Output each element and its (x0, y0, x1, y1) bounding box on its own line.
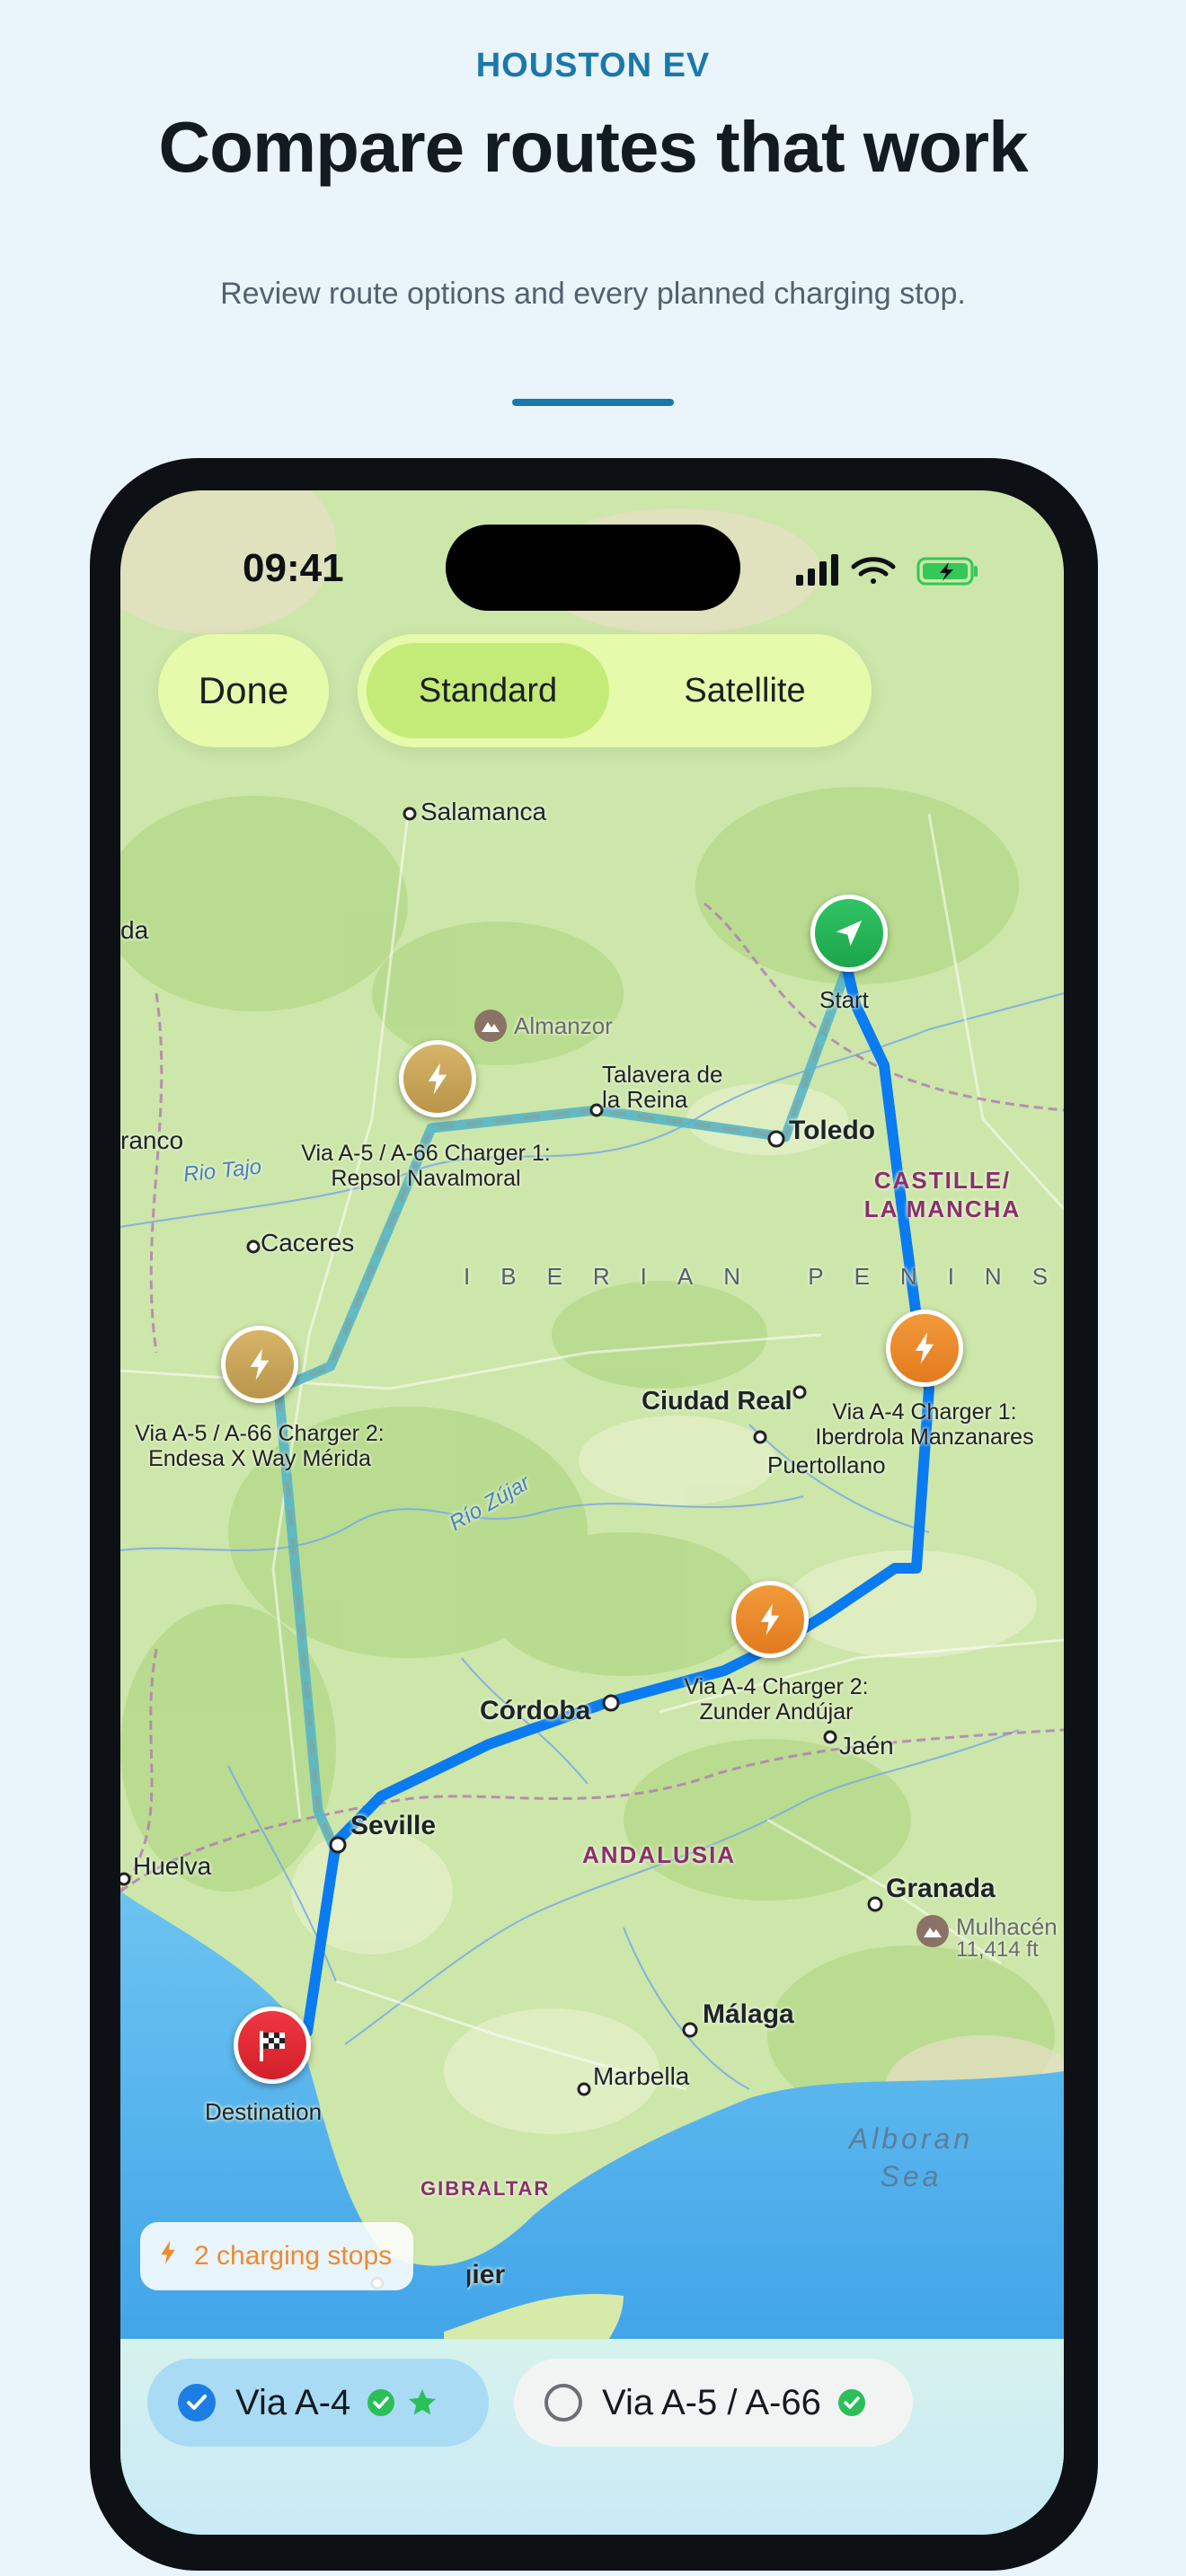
charger-label-a4-2: Via A-4 Charger 2: Zunder Andújar (684, 1674, 869, 1725)
route-option-a4[interactable]: Via A-4 (147, 2359, 489, 2447)
eyebrow-label: HOUSTON EV (475, 47, 711, 84)
star-icon (406, 2386, 438, 2419)
wifi-icon (851, 557, 896, 584)
map-peak-mulhacen[interactable]: Mulhacén 11,414 ft (916, 1915, 1058, 1962)
map-city-granada[interactable]: Granada (886, 1874, 996, 1904)
route-label: Via A-4 (235, 2382, 351, 2422)
map-type-segmented-control: Standard Satellite (358, 634, 872, 747)
status-time: 09:41 (243, 546, 344, 590)
route-selector-bar: Via A-4 Via A-5 / A-66 (120, 2339, 1064, 2535)
check-circle-icon (367, 2388, 395, 2417)
start-label: Start (819, 986, 869, 1013)
check-circle-icon (837, 2388, 866, 2417)
dynamic-island (446, 525, 740, 611)
radio-selected-icon (178, 2384, 216, 2422)
map-city-malaga[interactable]: Málaga (703, 1999, 794, 2030)
map-region-andalusia: ANDALUSIA (582, 1841, 737, 1868)
charging-stops-text: 2 charging stops (194, 2241, 393, 2271)
done-button[interactable]: Done (158, 634, 329, 747)
destination-label: Destination (205, 2098, 323, 2125)
mountain-icon (474, 1010, 507, 1042)
map-region-peninsula: IBERIAN PENINS (464, 1263, 1064, 1290)
map-city-ciudad-real[interactable]: Ciudad Real (642, 1387, 792, 1416)
map-city-cordoba[interactable]: Córdoba (480, 1696, 590, 1726)
phone-screen: Salamanca da ranco Rio Tajo Caceres Tala… (120, 490, 1064, 2535)
checkered-flag-icon (234, 2007, 311, 2084)
radio-unselected-icon (544, 2384, 582, 2422)
charger-label-a5-1: Via A-5 / A-66 Charger 1: Repsol Navalmo… (301, 1141, 551, 1191)
page-subtitle: Review route options and every planned c… (220, 277, 966, 311)
status-icons (796, 551, 985, 587)
lightning-icon (886, 1310, 963, 1387)
map-city-left-edge-2: ranco (120, 1126, 184, 1154)
map-city-toledo[interactable]: Toledo (789, 1116, 875, 1146)
map-type-satellite[interactable]: Satellite (627, 643, 863, 738)
map-city-jaen[interactable]: Jaén (839, 1732, 894, 1760)
location-arrow-icon (810, 895, 888, 972)
mountain-icon (916, 1915, 949, 1947)
map-sea-alboran: Alboran Sea (848, 2122, 974, 2192)
map-city-huelva[interactable]: Huelva (133, 1852, 211, 1881)
lightning-icon (731, 1581, 809, 1658)
battery-charging-icon (916, 557, 978, 586)
map-city-seville[interactable]: Seville (350, 1811, 436, 1841)
map-city-puertollano[interactable]: Puertollano (767, 1451, 886, 1479)
charger-label-a5-2: Via A-5 / A-66 Charger 2: Endesa X Way M… (135, 1421, 385, 1471)
signal-icon (796, 554, 838, 586)
charging-stops-chip[interactable]: 2 charging stops (140, 2222, 414, 2290)
map-city-left-edge-1: da (120, 916, 149, 944)
map-city-talavera[interactable]: Talavera de la Reina (602, 1062, 728, 1112)
lightning-icon (221, 1326, 298, 1403)
charger-label-a4-1: Via A-4 Charger 1: Iberdrola Manzanares (815, 1399, 1034, 1450)
map-peak-almanzor[interactable]: Almanzor (474, 1010, 613, 1042)
phone-frame: Salamanca da ranco Rio Tajo Caceres Tala… (90, 458, 1098, 2571)
lightning-icon (158, 2238, 178, 2274)
map-region-castilla: CASTILLE/ LA MANCHA (863, 1167, 1022, 1222)
map-region-gibraltar: GIBRALTAR (420, 2177, 551, 2200)
page-title: Compare routes that work (158, 107, 1028, 187)
lightning-icon (399, 1040, 476, 1117)
map-city-caceres[interactable]: Caceres (261, 1229, 354, 1257)
map-city-salamanca[interactable]: Salamanca (420, 798, 546, 826)
route-label: Via A-5 / A-66 (602, 2382, 821, 2422)
title-divider (512, 399, 674, 406)
route-option-a5-a66[interactable]: Via A-5 / A-66 (514, 2359, 913, 2447)
map-type-standard[interactable]: Standard (367, 643, 609, 738)
map-city-marbella[interactable]: Marbella (593, 2062, 689, 2091)
